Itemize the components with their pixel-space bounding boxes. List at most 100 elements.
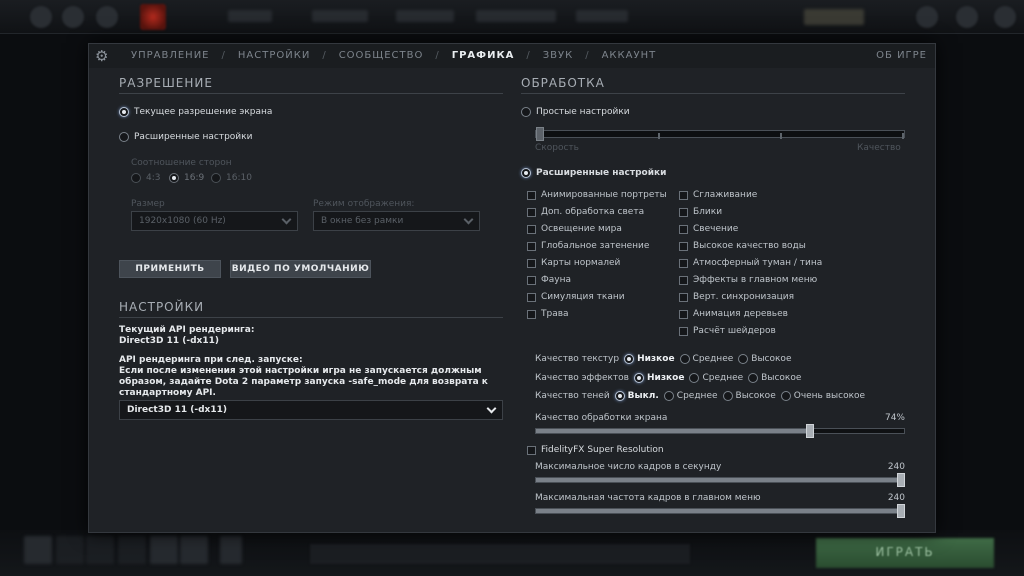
mode-select[interactable]: В окне без рамки bbox=[313, 211, 480, 231]
radio-aspect-16-9[interactable]: 16:9 bbox=[169, 173, 204, 183]
default-video-button[interactable]: ВИДЕО ПО УМОЛЧАНИЮ bbox=[230, 260, 371, 278]
nav-ghost[interactable] bbox=[228, 10, 272, 22]
checkbox-checks_left-2[interactable]: Освещение мира bbox=[527, 224, 622, 234]
friends-icon[interactable] bbox=[916, 6, 938, 28]
radio-label: 4:3 bbox=[146, 173, 161, 183]
radio-dot bbox=[211, 173, 221, 183]
nav-ghost[interactable] bbox=[312, 10, 368, 22]
texture-low[interactable]: Низкое bbox=[624, 354, 675, 364]
apply-button[interactable]: ПРИМЕНИТЬ bbox=[119, 260, 221, 278]
back-icon[interactable] bbox=[96, 6, 118, 28]
menu-fps-slider[interactable] bbox=[535, 504, 905, 518]
checkbox-checks_right-0[interactable]: Сглаживание bbox=[679, 190, 757, 200]
fsr-checkbox[interactable]: FidelityFX Super Resolution bbox=[527, 445, 664, 455]
checkbox-checks_right-5[interactable]: Эффекты в главном меню bbox=[679, 275, 817, 285]
party-slot[interactable] bbox=[118, 536, 146, 564]
shadow-medium[interactable]: Среднее bbox=[663, 391, 718, 401]
checkbox-checks_right-8[interactable]: Расчёт шейдеров bbox=[679, 326, 776, 336]
tab-separator: / bbox=[585, 50, 590, 61]
checkbox-checks_left-3[interactable]: Глобальное затенение bbox=[527, 241, 649, 251]
checkbox-label: Эффекты в главном меню bbox=[693, 275, 818, 285]
checkbox-checks_right-1[interactable]: Блики bbox=[679, 207, 722, 217]
checkbox-label: Анимированные портреты bbox=[541, 190, 667, 200]
shadow-very-high[interactable]: Очень высокое bbox=[780, 391, 865, 401]
checkbox-box bbox=[527, 309, 536, 319]
menu-icon[interactable] bbox=[62, 6, 84, 28]
slider-thumb[interactable] bbox=[536, 127, 544, 141]
checkbox-checks_left-5[interactable]: Фауна bbox=[527, 275, 571, 285]
option-label: Высокое bbox=[761, 373, 802, 383]
settings-title: НАСТРОЙКИ bbox=[119, 300, 205, 314]
party-slot[interactable] bbox=[24, 536, 52, 564]
texture-high[interactable]: Высокое bbox=[738, 354, 791, 364]
checkbox-checks_left-6[interactable]: Симуляция ткани bbox=[527, 292, 625, 302]
radio-simple-settings[interactable]: Простые настройки bbox=[521, 107, 630, 117]
radio-label: Расширенные настройки bbox=[134, 132, 253, 142]
api-select[interactable]: Direct3D 11 (-dx11) bbox=[119, 400, 503, 420]
checkbox-checks_right-7[interactable]: Анимация деревьев bbox=[679, 309, 788, 319]
tab-1[interactable]: НАСТРОЙКИ bbox=[236, 50, 312, 61]
slider-thumb[interactable] bbox=[897, 473, 905, 487]
shadow-off[interactable]: Выкл. bbox=[614, 391, 659, 401]
party-slot[interactable] bbox=[180, 536, 208, 564]
gear-icon[interactable]: ⚙ bbox=[95, 48, 111, 64]
effects-low[interactable]: Низкое bbox=[633, 373, 684, 383]
checkbox-box bbox=[527, 224, 536, 234]
fps-value: 240 bbox=[887, 462, 905, 472]
radio-advanced-processing[interactable]: Расширенные настройки bbox=[521, 168, 666, 178]
dota-logo-icon[interactable] bbox=[140, 4, 166, 30]
simple-quality-slider[interactable] bbox=[535, 127, 905, 141]
checkbox-checks_right-6[interactable]: Верт. синхронизация bbox=[679, 292, 794, 302]
checkbox-label: Трава bbox=[541, 309, 569, 319]
tab-4[interactable]: ЗВУК bbox=[541, 50, 575, 61]
play-label: ИГРАТЬ bbox=[875, 545, 935, 559]
tab-2[interactable]: СООБЩЕСТВО bbox=[337, 50, 426, 61]
checkbox-label: Карты нормалей bbox=[541, 258, 621, 268]
tab-3[interactable]: ГРАФИКА bbox=[450, 50, 517, 61]
tab-0[interactable]: УПРАВЛЕНИЕ bbox=[129, 50, 212, 61]
slider-thumb[interactable] bbox=[897, 504, 905, 518]
party-slot[interactable] bbox=[86, 536, 114, 564]
checkbox-checks_left-0[interactable]: Анимированные портреты bbox=[527, 190, 667, 200]
checkbox-box bbox=[679, 275, 688, 285]
tab-separator: / bbox=[322, 50, 327, 61]
checkbox-checks_left-4[interactable]: Карты нормалей bbox=[527, 258, 620, 268]
radio-dot bbox=[748, 373, 759, 383]
tab-5[interactable]: АККАУНТ bbox=[600, 50, 659, 61]
checkbox-box bbox=[527, 258, 536, 268]
shadow-high[interactable]: Высокое bbox=[722, 391, 776, 401]
checkbox-checks_left-1[interactable]: Доп. обработка света bbox=[527, 207, 644, 217]
nav-ghost[interactable] bbox=[396, 10, 454, 22]
nav-ghost[interactable] bbox=[576, 10, 628, 22]
chevron-down-icon bbox=[486, 403, 497, 413]
tab-about[interactable]: ОБ ИГРЕ bbox=[876, 50, 927, 61]
nav-ghost[interactable] bbox=[476, 10, 556, 22]
size-select[interactable]: 1920x1080 (60 Hz) bbox=[131, 211, 298, 231]
radio-aspect-16-10[interactable]: 16:10 bbox=[211, 173, 252, 183]
screen-quality-slider[interactable] bbox=[535, 424, 905, 438]
fps-slider[interactable] bbox=[535, 473, 905, 487]
checkbox-checks_right-3[interactable]: Высокое качество воды bbox=[679, 241, 806, 251]
settings-icon[interactable] bbox=[30, 6, 52, 28]
next-api-note: Если после изменения этой настройки игра… bbox=[119, 366, 488, 398]
settings-tabs: УПРАВЛЕНИЕ / НАСТРОЙКИ / СООБЩЕСТВО / ГРАФИКА /… bbox=[129, 50, 658, 61]
effects-high[interactable]: Высокое bbox=[748, 373, 801, 383]
radio-current-resolution[interactable]: Текущее разрешение экрана bbox=[119, 107, 272, 117]
chat-bar[interactable] bbox=[310, 544, 690, 564]
party-slot[interactable] bbox=[220, 536, 242, 564]
slider-tick bbox=[780, 133, 782, 139]
profile-icon[interactable] bbox=[956, 6, 978, 28]
checkbox-checks_right-2[interactable]: Свечение bbox=[679, 224, 738, 234]
effects-medium[interactable]: Среднее bbox=[689, 373, 743, 383]
texture-medium[interactable]: Среднее bbox=[679, 354, 733, 364]
party-slot[interactable] bbox=[150, 536, 178, 564]
radio-aspect-4-3[interactable]: 4:3 bbox=[131, 173, 160, 183]
checkbox-checks_right-4[interactable]: Атмосферный туман / тина bbox=[679, 258, 822, 268]
slider-thumb[interactable] bbox=[806, 424, 815, 438]
checkbox-checks_left-7[interactable]: Трава bbox=[527, 309, 569, 319]
radio-dot bbox=[169, 173, 179, 183]
checkbox-box bbox=[679, 241, 688, 251]
avatar[interactable] bbox=[994, 6, 1016, 28]
party-slot[interactable] bbox=[56, 536, 84, 564]
radio-advanced-resolution[interactable]: Расширенные настройки bbox=[119, 132, 252, 142]
